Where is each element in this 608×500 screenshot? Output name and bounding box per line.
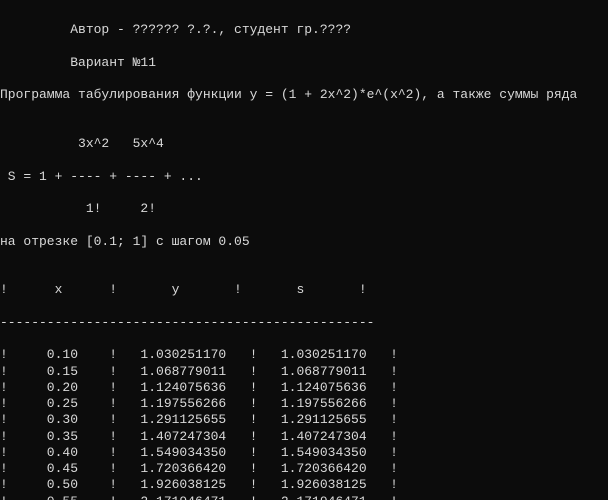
table-row: ! 0.30 ! 1.291125655 ! 1.291125655 ! [0, 412, 608, 428]
author-line: Автор - ?????? ?.?., студент гр.???? [0, 22, 608, 38]
formula-line-2: S = 1 + ---- + ---- + ... [0, 169, 608, 185]
table-row: ! 0.40 ! 1.549034350 ! 1.549034350 ! [0, 445, 608, 461]
table-header: ! x ! y ! s ! [0, 282, 608, 298]
range-line: на отрезке [0.1; 1] с шагом 0.05 [0, 234, 608, 250]
table-body: ! 0.10 ! 1.030251170 ! 1.030251170 !! 0.… [0, 347, 608, 500]
formula-line-3: 1! 2! [0, 201, 608, 217]
table-row: ! 0.50 ! 1.926038125 ! 1.926038125 ! [0, 477, 608, 493]
variant-line: Вариант №11 [0, 55, 608, 71]
table-row: ! 0.10 ! 1.030251170 ! 1.030251170 ! [0, 347, 608, 363]
table-row: ! 0.25 ! 1.197556266 ! 1.197556266 ! [0, 396, 608, 412]
table-row: ! 0.45 ! 1.720366420 ! 1.720366420 ! [0, 461, 608, 477]
table-row: ! 0.35 ! 1.407247304 ! 1.407247304 ! [0, 429, 608, 445]
desc-line: Программа табулирования функции y = (1 +… [0, 87, 608, 103]
table-row: ! 0.15 ! 1.068779011 ! 1.068779011 ! [0, 364, 608, 380]
table-sep: ----------------------------------------… [0, 315, 608, 331]
console-output: Автор - ?????? ?.?., студент гр.???? Вар… [0, 0, 608, 500]
formula-line-1: 3x^2 5x^4 [0, 136, 608, 152]
table-row: ! 0.20 ! 1.124075636 ! 1.124075636 ! [0, 380, 608, 396]
table-row: ! 0.55 ! 2.171946471 ! 2.171946471 ! [0, 494, 608, 500]
